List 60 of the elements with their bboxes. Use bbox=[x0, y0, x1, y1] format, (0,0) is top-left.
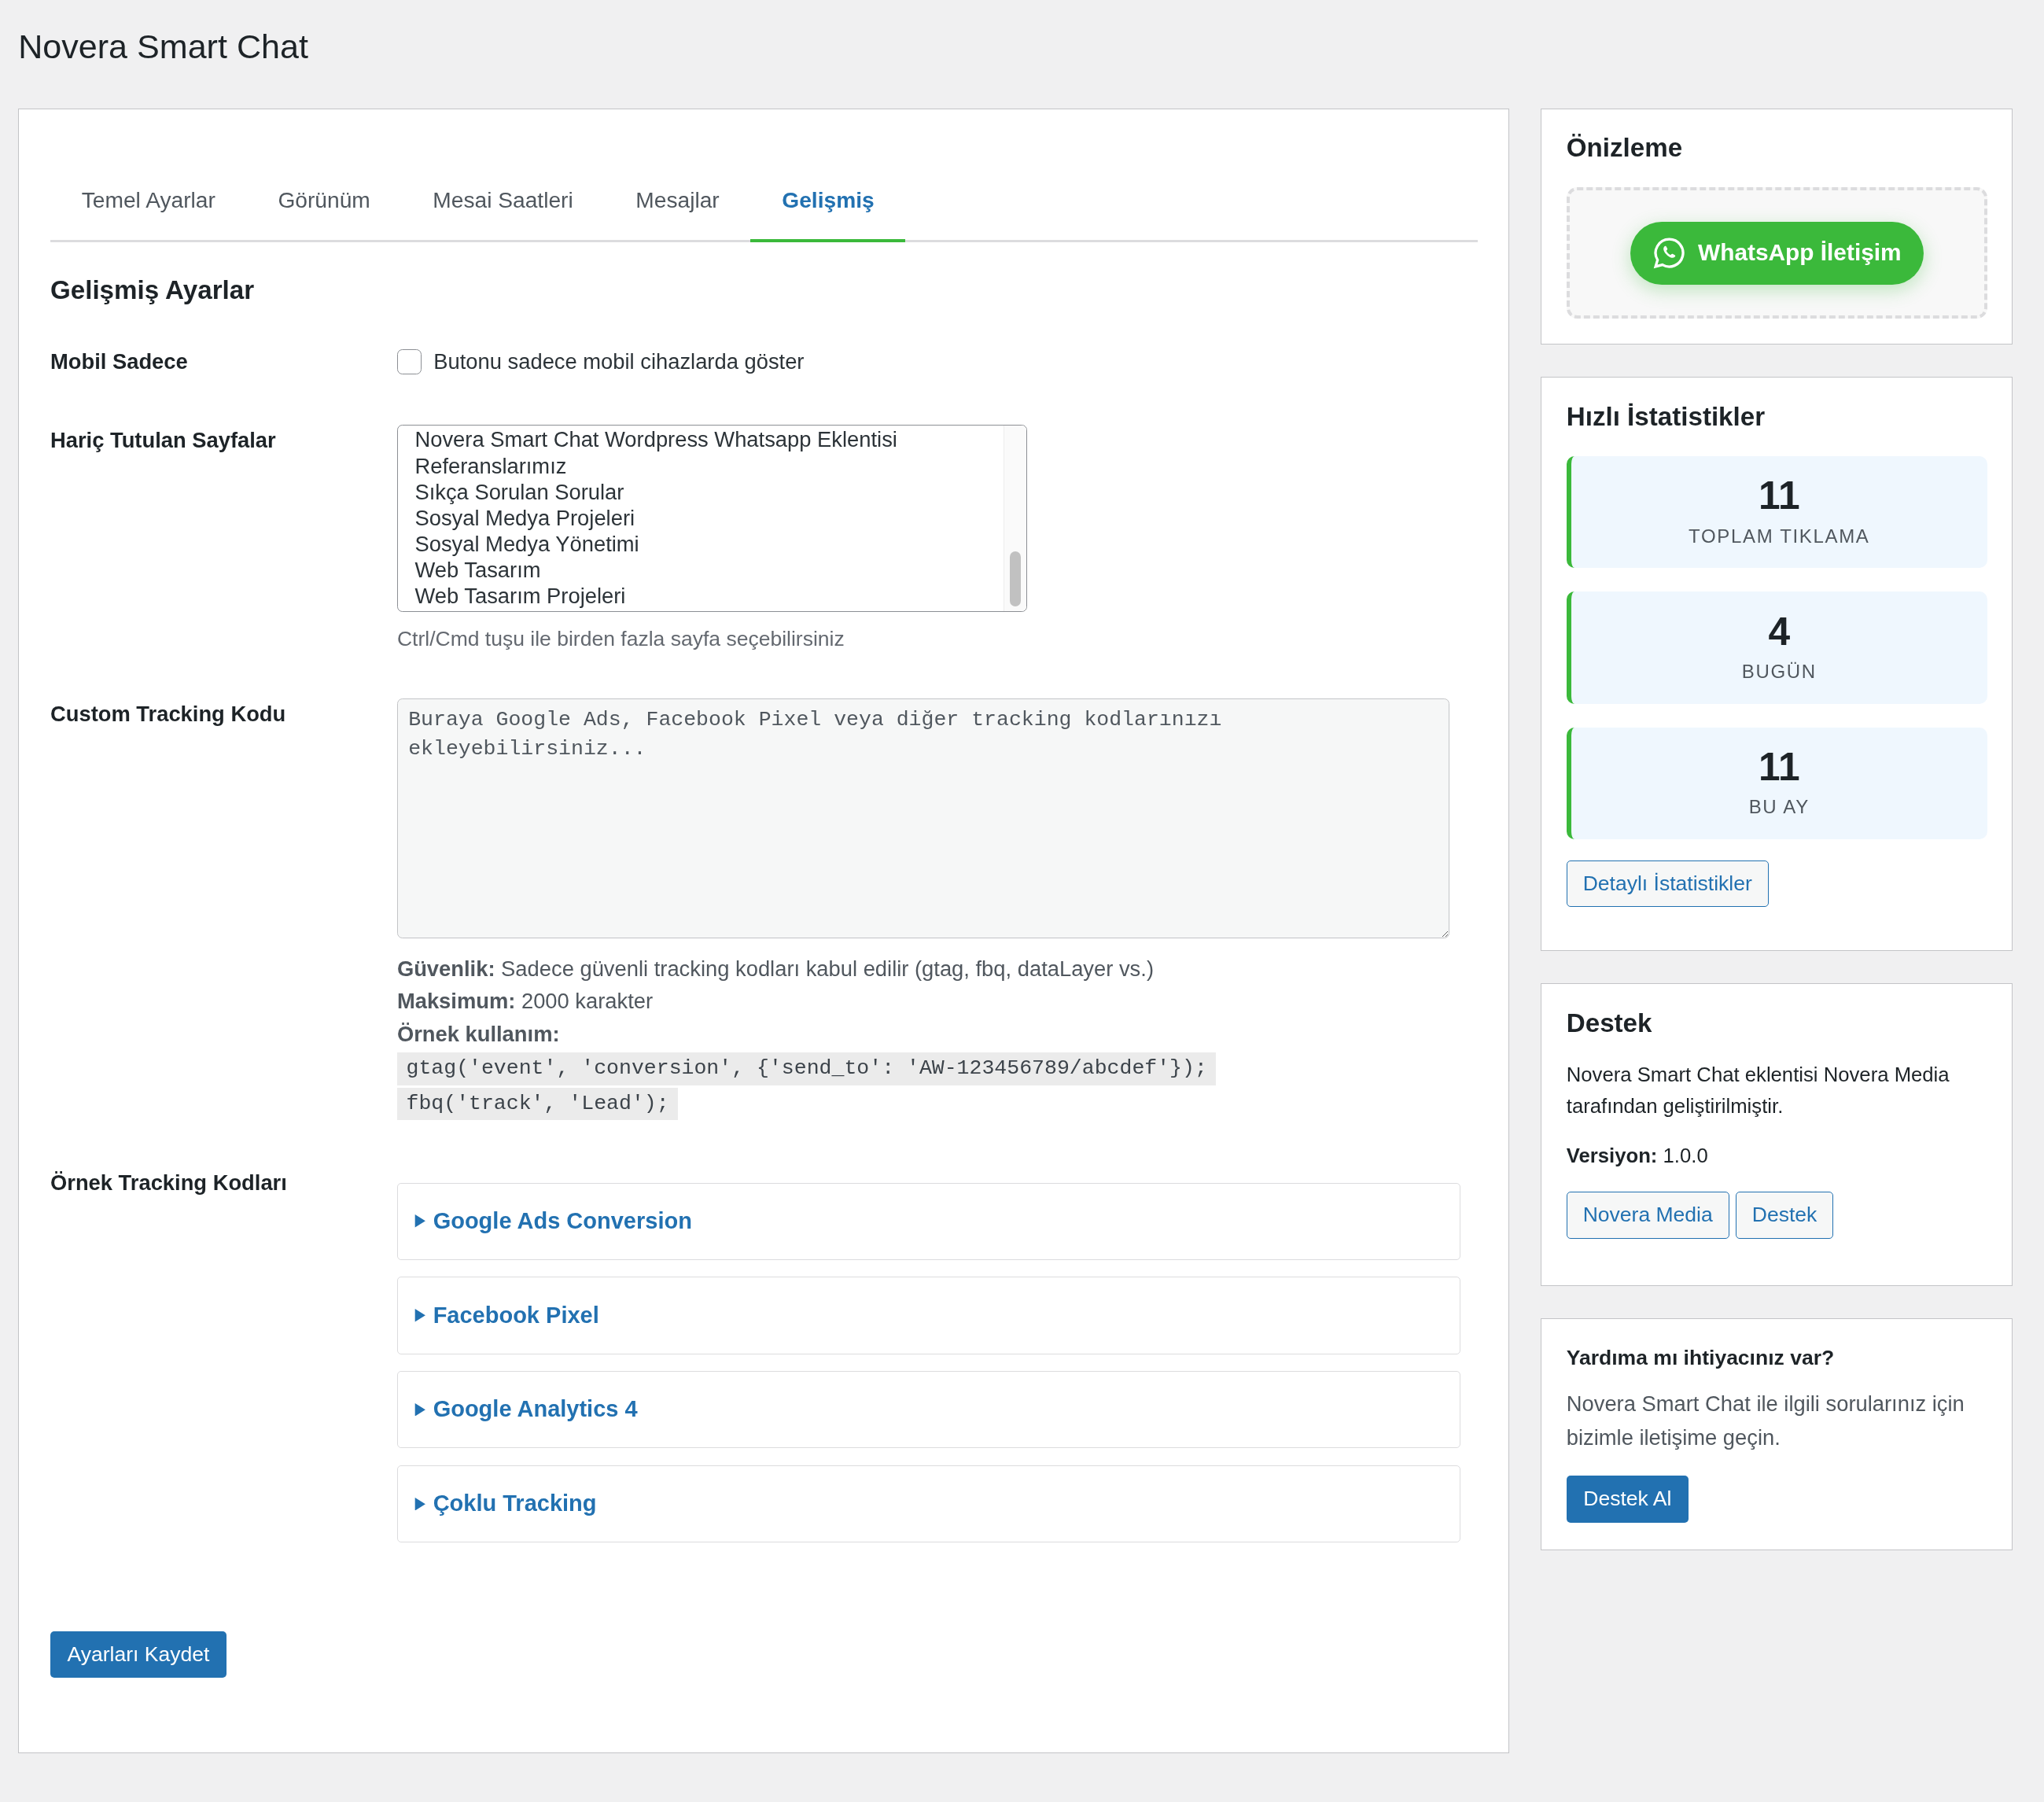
collapsible-section[interactable]: Çoklu Tracking bbox=[396, 1465, 1461, 1542]
note-text: Maksimum: 2000 karakter bbox=[396, 988, 654, 1015]
scrollbar[interactable] bbox=[1004, 425, 1026, 612]
caret-icon bbox=[413, 1497, 427, 1511]
collapsible-section[interactable]: Facebook Pixel bbox=[396, 1277, 1461, 1354]
field-label: Mobil Sadece bbox=[50, 348, 189, 376]
stat-label: BU AY bbox=[1748, 795, 1810, 820]
code-textarea[interactable]: Buraya Google Ads, Facebook Pixel veya diğer tracking kodlarınızı ekleyebilirsiniz... bbox=[396, 698, 1449, 938]
help-text: Novera Smart Chat ile ilgili sorularınız için bizimle iletişime geçin. bbox=[1566, 1391, 1965, 1452]
section-title: Google Ads Conversion bbox=[433, 1207, 692, 1235]
section-title: Google Analytics 4 bbox=[433, 1395, 638, 1424]
tab[interactable]: Gelişmiş bbox=[750, 161, 906, 242]
collapsible-section[interactable]: Google Analytics 4 bbox=[396, 1371, 1461, 1449]
tab[interactable]: Mesajlar bbox=[604, 161, 751, 242]
caret-icon bbox=[413, 1214, 427, 1229]
card-title: Hızlı İstatistikler bbox=[1566, 400, 1766, 433]
list-option[interactable]: Novera Smart Chat Wordpress Whatsapp Eklentisi bbox=[397, 426, 1003, 453]
field-label: Hariç Tutulan Sayfalar bbox=[50, 426, 277, 454]
stat-value: 11 bbox=[1759, 745, 1800, 790]
stat-value: 4 bbox=[1768, 609, 1791, 654]
caret-icon bbox=[413, 1309, 427, 1322]
link-button[interactable]: Novera Media bbox=[1566, 1192, 1729, 1239]
link-button[interactable]: Destek bbox=[1735, 1192, 1834, 1239]
collapsible-section[interactable]: Google Ads Conversion bbox=[396, 1182, 1461, 1260]
caret-icon bbox=[413, 1402, 427, 1417]
chat-bubble-phone-icon bbox=[1652, 236, 1687, 271]
card-title: Yardıma mı ihtiyacınız var? bbox=[1566, 1344, 1836, 1371]
code-sample: fbq('track', 'Lead'); bbox=[396, 1087, 679, 1121]
list-option[interactable]: Sıkça Sorulan Sorular bbox=[397, 478, 1003, 505]
card-title: Destek bbox=[1566, 1007, 1653, 1039]
help-text: Ctrl/Cmd tuşu ile birden fazla sayfa seçebilirsiniz bbox=[396, 626, 845, 653]
section-heading: Gelişmiş Ayarlar bbox=[50, 275, 256, 307]
tab[interactable]: Görünüm bbox=[246, 161, 402, 242]
note-text: Örnek kullanım: bbox=[396, 1020, 561, 1048]
field-label: Örnek Tracking Kodları bbox=[50, 1169, 288, 1196]
checkbox[interactable] bbox=[396, 349, 422, 374]
support-button[interactable]: Destek Al bbox=[1566, 1476, 1689, 1523]
stat-value: 11 bbox=[1759, 474, 1800, 518]
list-option[interactable]: Sosyal Medya Yönetimi bbox=[397, 530, 1003, 558]
list-option[interactable]: Web Tasarım Projeleri bbox=[397, 583, 1003, 610]
list-option[interactable]: Sosyal Medya Projeleri bbox=[397, 504, 1003, 531]
checkbox-label: Butonu sadece mobil cihazlarda göster bbox=[433, 348, 805, 376]
detailed-stats-button[interactable]: Detaylı İstatistikler bbox=[1566, 860, 1769, 908]
list-option[interactable]: Web Tasarım bbox=[397, 557, 1003, 584]
stat-label: BUGÜN bbox=[1741, 660, 1817, 684]
note-text: Güvenlik: Sadece güvenli tracking kodları kabul edilir (gtag, fbq, dataLayer vs.) bbox=[396, 955, 1155, 982]
tab[interactable]: Temel Ayarlar bbox=[50, 161, 247, 242]
support-text: Novera Smart Chat eklentisi Novera Media tarafından geliştirilmiştir. bbox=[1566, 1063, 1950, 1119]
code-sample: gtag('event', 'conversion', {'send_to': 'AW-123456789/abcdef'}); bbox=[396, 1052, 1217, 1085]
tab[interactable]: Mesai Saatleri bbox=[401, 161, 605, 242]
version-text: Versiyon: 1.0.0 bbox=[1566, 1144, 1709, 1168]
stat-label: TOPLAM TIKLAMA bbox=[1689, 524, 1870, 548]
list-option[interactable]: Referanslarımız bbox=[397, 452, 1003, 479]
section-title: Facebook Pixel bbox=[433, 1301, 599, 1329]
card-title: Önizleme bbox=[1566, 132, 1684, 164]
save-button[interactable]: Ayarları Kaydet bbox=[50, 1631, 226, 1679]
page-title: Novera Smart Chat bbox=[18, 26, 308, 67]
section-title: Çoklu Tracking bbox=[433, 1490, 597, 1518]
page-select-list[interactable]: Novera Smart Chat Wordpress Whatsapp Eklentisi Referanslarımız Sıkça Sorulan Sorular Sosyal Medya Projeleri Sosyal Medya Yönetimi Web Tasarım Web Tasarım Projeleri bbox=[396, 424, 1027, 613]
field-label: Custom Tracking Kodu bbox=[50, 700, 287, 728]
